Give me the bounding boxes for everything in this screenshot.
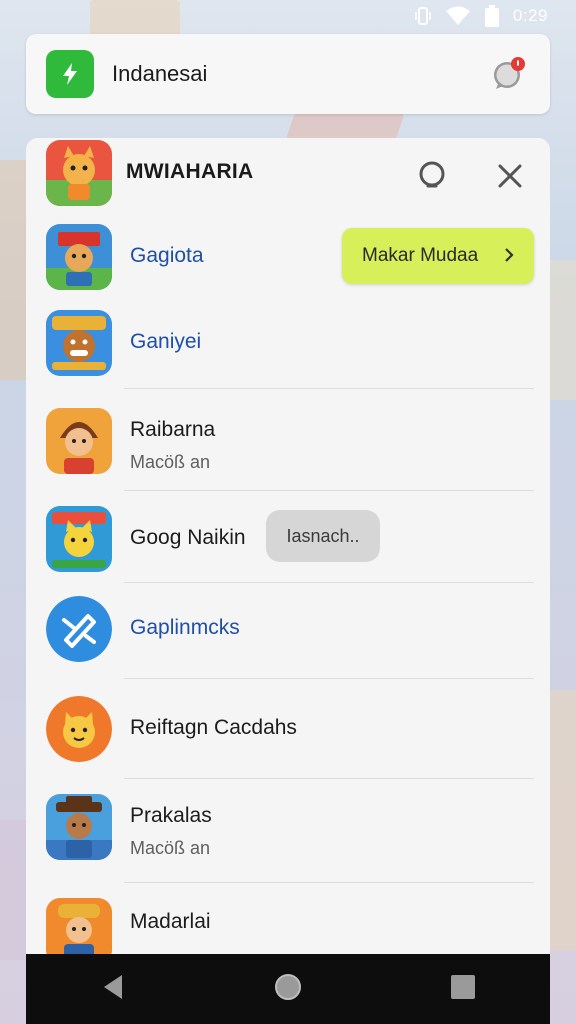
back-icon[interactable] xyxy=(100,973,126,1006)
app-icon-cat xyxy=(46,506,112,572)
divider xyxy=(124,778,534,779)
divider xyxy=(124,388,534,389)
close-icon[interactable] xyxy=(496,162,524,190)
action-button[interactable]: Makar Mudaa xyxy=(342,228,534,284)
notification-title: Indanesai xyxy=(112,61,208,86)
app-icon-farmer xyxy=(46,794,112,860)
item-title: Gagiota xyxy=(130,244,204,267)
item-title: Reiftagn Cacdahs xyxy=(130,716,297,739)
bolt-icon xyxy=(46,50,94,98)
app-icon-girl xyxy=(46,408,112,474)
app-icon-worker xyxy=(46,898,112,954)
background-decoration xyxy=(548,690,576,950)
chat-bubble-icon[interactable] xyxy=(492,56,526,90)
divider xyxy=(124,490,534,491)
divider xyxy=(124,882,534,883)
status-time: 0:29 xyxy=(512,6,548,25)
item-subtitle: Macöß an xyxy=(130,452,211,472)
item-title: Gaplinmcks xyxy=(130,616,240,639)
item-title: Prakalas xyxy=(130,804,212,827)
item-title: Ganiyei xyxy=(130,330,202,353)
list-item[interactable]: Ganiyei xyxy=(26,308,550,378)
wifi-icon xyxy=(445,6,471,26)
item-title: Raibarna xyxy=(130,418,216,441)
app-icon-cowboy xyxy=(46,224,112,290)
notification-card[interactable]: Indanesai xyxy=(26,34,550,114)
item-title: Madarlai xyxy=(130,910,211,933)
app-icon-cat-face xyxy=(46,696,112,762)
panel-header: MWIAHARIA xyxy=(26,138,550,212)
list-item[interactable]: Reiftagn Cacdahs xyxy=(26,694,550,764)
list-item[interactable]: Madarlai xyxy=(26,896,550,954)
list-item[interactable]: Raibarna Macöß an xyxy=(26,406,550,480)
search-chip[interactable]: Iasnach.. xyxy=(266,510,380,562)
app-list-panel: MWIAHARIA Gagiota Makar Mudaa Ganiyei Ra… xyxy=(26,138,550,954)
battery-icon xyxy=(484,5,499,27)
app-icon-bear xyxy=(46,310,112,376)
background-decoration xyxy=(0,820,28,960)
search-chip-label: Iasnach.. xyxy=(286,525,360,546)
item-title: Goog Naikin xyxy=(130,526,246,549)
recents-icon[interactable] xyxy=(450,974,476,1005)
home-icon[interactable] xyxy=(273,972,303,1007)
vibrate-icon xyxy=(415,7,431,25)
search-icon[interactable] xyxy=(418,160,448,190)
divider xyxy=(124,582,534,583)
divider xyxy=(124,678,534,679)
item-subtitle: Macöß an xyxy=(130,838,211,858)
chevron-right-icon xyxy=(502,244,516,272)
panel-title: MWIAHARIA xyxy=(126,160,254,183)
action-button-label: Makar Mudaa xyxy=(362,245,479,266)
list-item[interactable]: Gaplinmcks xyxy=(26,594,550,664)
navigation-bar xyxy=(26,954,550,1024)
app-icon-fox xyxy=(46,140,112,206)
app-icon-tools xyxy=(46,596,112,662)
status-bar: 0:29 xyxy=(0,0,576,32)
list-item[interactable]: Prakalas Macöß an xyxy=(26,792,550,866)
background-decoration xyxy=(548,260,576,400)
